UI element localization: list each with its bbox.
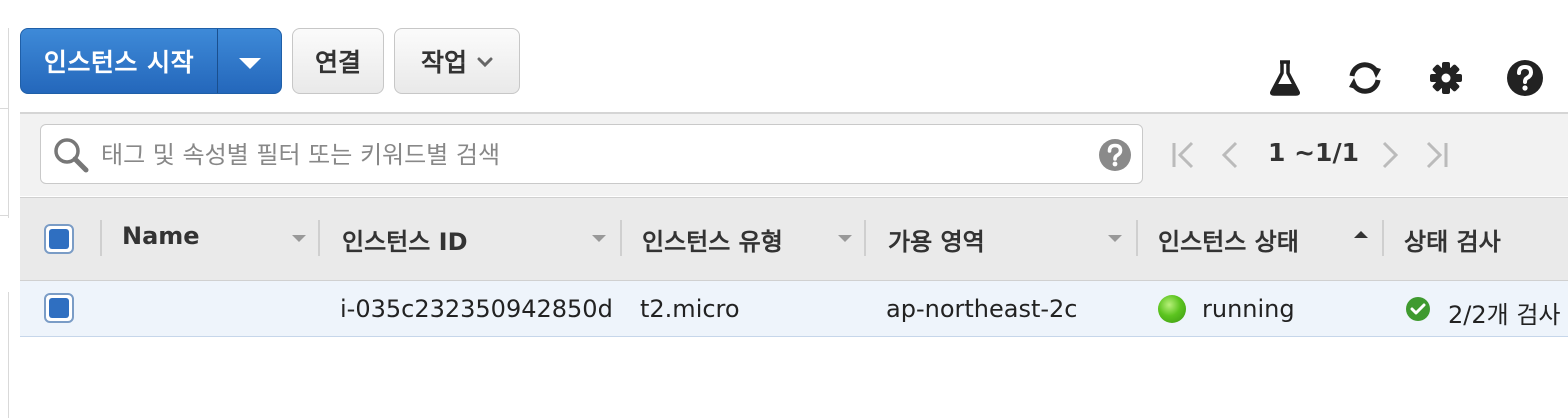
left-panel-border-lower — [8, 292, 9, 418]
column-divider — [318, 220, 320, 256]
launch-instance-button-group: 인스턴스 시작 — [20, 28, 282, 94]
column-header-name[interactable]: Name — [122, 222, 200, 250]
select-all-checkbox[interactable] — [44, 224, 74, 254]
check-circle-icon — [1406, 297, 1430, 321]
sort-icon[interactable] — [1108, 235, 1122, 242]
cell-instance-type: t2.micro — [640, 295, 740, 323]
sort-icon[interactable] — [592, 235, 606, 242]
column-header-status-checks[interactable]: 상태 검사 — [1404, 222, 1501, 257]
column-divider — [864, 220, 866, 256]
cell-availability-zone: ap-northeast-2c — [886, 295, 1078, 323]
actions-dropdown-button[interactable]: 작업 — [394, 28, 520, 94]
left-panel-border — [8, 28, 9, 218]
cell-status-check: 2/2개 검사 — [1448, 301, 1561, 329]
launch-instance-button[interactable]: 인스턴스 시작 — [21, 29, 217, 93]
launch-options-dropdown[interactable] — [218, 29, 281, 93]
search-input[interactable] — [99, 125, 1083, 185]
column-divider — [1382, 220, 1384, 256]
flask-icon[interactable] — [1265, 58, 1305, 98]
search-box — [40, 124, 1143, 185]
column-header-instance-state[interactable]: 인스턴스 상태 — [1158, 222, 1299, 257]
refresh-icon[interactable] — [1345, 58, 1385, 98]
search-help-icon[interactable] — [1098, 138, 1132, 172]
cell-instance-id: i-035c232350942850d — [340, 295, 613, 323]
column-divider — [100, 220, 102, 256]
first-page-icon[interactable] — [1170, 140, 1196, 170]
connect-button[interactable]: 연결 — [292, 28, 384, 94]
column-divider — [1136, 220, 1138, 256]
running-status-icon — [1158, 295, 1186, 323]
actions-label: 작업 — [420, 48, 467, 77]
left-panel-divider — [0, 108, 9, 109]
next-page-icon[interactable] — [1380, 140, 1400, 170]
page-range: 1 ~1/1 — [1268, 138, 1359, 167]
column-header-availability-zone[interactable]: 가용 영역 — [888, 222, 985, 257]
row-checkbox[interactable] — [44, 293, 74, 323]
column-header-instance-id[interactable]: 인스턴스 ID — [342, 222, 468, 257]
column-header-instance-type[interactable]: 인스턴스 유형 — [642, 222, 783, 257]
help-icon[interactable] — [1505, 58, 1545, 98]
sort-ascending-icon[interactable] — [1354, 231, 1368, 238]
sort-icon[interactable] — [292, 235, 306, 242]
prev-page-icon[interactable] — [1220, 140, 1240, 170]
search-icon — [54, 138, 89, 173]
column-divider — [620, 220, 622, 256]
table-row[interactable]: i-035c232350942850d t2.micro ap-northeas… — [20, 281, 1568, 337]
left-panel-divider — [0, 215, 9, 216]
sort-icon[interactable] — [838, 235, 852, 242]
gear-icon[interactable] — [1426, 58, 1466, 98]
chevron-down-icon — [477, 57, 493, 68]
table-header: Name 인스턴스 ID 인스턴스 유형 가용 영역 인스턴스 상태 상태 검사 — [20, 197, 1568, 281]
last-page-icon[interactable] — [1424, 140, 1450, 170]
cell-instance-state: running — [1202, 295, 1295, 323]
chevron-down-icon — [238, 57, 261, 69]
